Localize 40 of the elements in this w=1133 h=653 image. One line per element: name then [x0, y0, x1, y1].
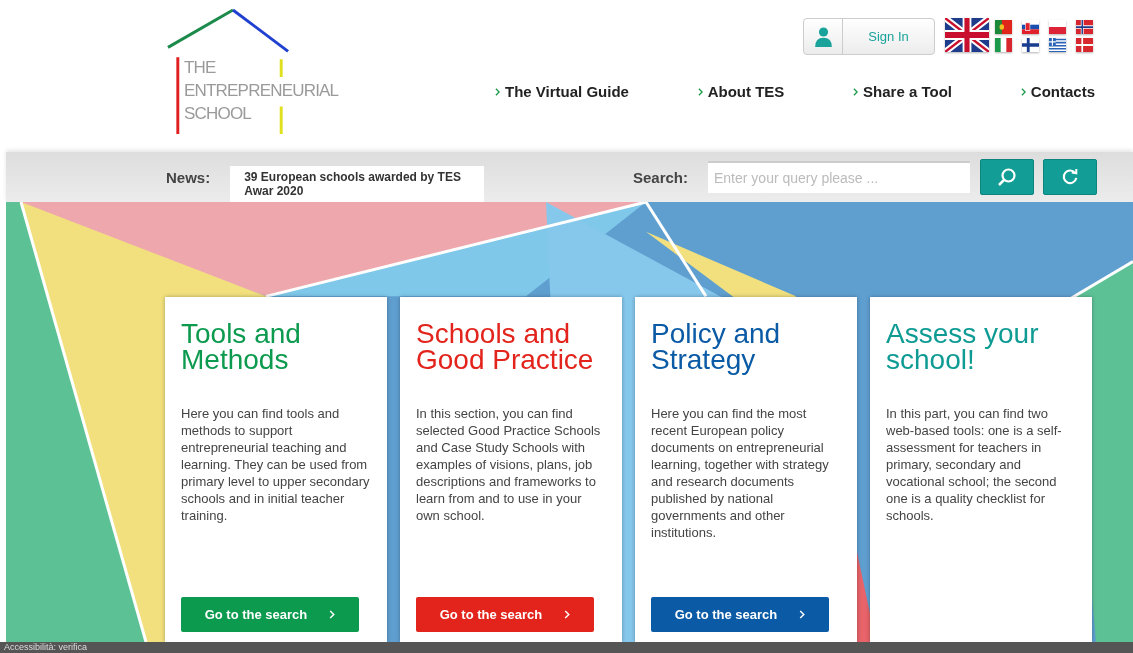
card-title: Schools and Good Practice [416, 321, 595, 377]
chevron-icon [799, 610, 806, 619]
card-description: Here you can find the most recent European policy documents on entrepreneurial learning, together with strategy and research documents published by national governments and other institutions. [651, 405, 830, 541]
card-title: Tools and Methods [181, 321, 302, 377]
search-link-button[interactable]: Go to the search [181, 597, 359, 632]
nav-link[interactable]: Contacts [1020, 83, 1095, 100]
card-description: In this section, you can find selected Good Practice Schools and Case Study Schools with examples of visions, plans, job descriptions and frameworks to learn from and to use in your own school. [416, 405, 602, 524]
nav-link[interactable]: About TES [697, 83, 785, 100]
chevron-icon [329, 610, 336, 619]
flag-icon[interactable] [1022, 20, 1039, 34]
search-button[interactable] [980, 159, 1034, 195]
flag-icon[interactable] [1076, 20, 1093, 34]
card-description: In this part, you can find two web-based tools: one is a self-assessment for teachers in primary, secondary and vocational school; the second one is a quality checklist for schools. [886, 405, 1063, 524]
nav-link[interactable]: Share a Tool [853, 83, 953, 100]
flag-icon[interactable] [1049, 20, 1066, 34]
flag-icon[interactable] [1022, 38, 1039, 52]
search-label: Search: [632, 168, 688, 186]
card-description: Here you can find tools and methods to support entrepreneurial teaching and learning. They can be used from primary level to upper secondary schools and in initial teacher training. [181, 405, 371, 524]
refresh-button[interactable] [1043, 159, 1097, 195]
refresh-icon [1061, 168, 1079, 186]
chevron-icon [1020, 87, 1026, 96]
search-link-button[interactable]: Go to the search [651, 597, 829, 632]
search-icon [997, 167, 1017, 187]
user-icon [814, 26, 832, 47]
card-title: Assess your school! [886, 321, 1040, 377]
flag-icon[interactable] [945, 18, 989, 52]
chevron-icon [853, 87, 859, 96]
card-title: Policy and Strategy [651, 321, 782, 377]
chevron-icon [495, 87, 500, 96]
news-label: News: [166, 168, 211, 186]
status-text: Accessibilità: verifica [4, 642, 88, 653]
logo-text: THE ENTREPRENEURIAL SCHOOL [184, 57, 339, 125]
search-field[interactable]: Enter your query please ... [708, 161, 970, 193]
flag-icon[interactable] [995, 38, 1012, 52]
chevron-icon [564, 610, 571, 619]
flag-icon[interactable] [1049, 38, 1066, 52]
nav-link[interactable]: The Virtual Guide [495, 83, 629, 100]
news-ticker[interactable]: 39 European schools awarded by TES Awar 2020 [230, 166, 485, 202]
search-link-button[interactable]: Go to the search [416, 597, 594, 632]
chevron-icon [697, 87, 703, 96]
